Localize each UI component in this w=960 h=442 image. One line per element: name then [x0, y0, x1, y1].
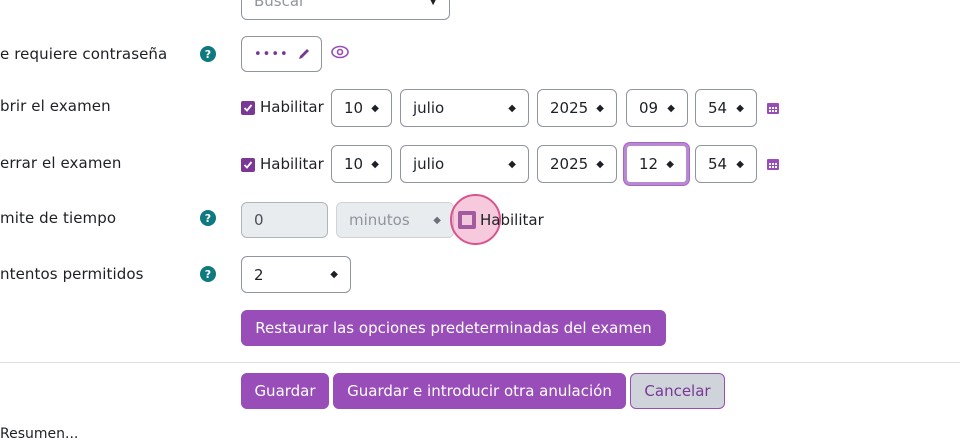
save-and-add-button[interactable]: Guardar e introducir otra anulación: [333, 373, 626, 409]
password-field[interactable]: ••••: [241, 36, 322, 72]
dropdown-arrow-icon: ◆: [666, 158, 674, 170]
close-minute-select[interactable]: 54 ◆: [695, 145, 757, 183]
dropdown-arrow-icon: ◆: [736, 102, 744, 114]
dropdown-arrow-icon: ◆: [508, 102, 516, 114]
top-select[interactable]: Buscar ▼: [241, 0, 450, 20]
check-icon: [243, 104, 253, 112]
open-quiz-label: brir el examen: [0, 97, 111, 115]
open-hour-select[interactable]: 09 ◆: [626, 89, 688, 127]
open-month-select[interactable]: julio ◆: [400, 89, 529, 127]
help-icon[interactable]: ?: [200, 266, 216, 282]
dropdown-arrow-icon: ◆: [371, 158, 379, 170]
attempts-label: ntentos permitidos: [0, 265, 144, 283]
close-year-select[interactable]: 2025 ◆: [537, 145, 617, 183]
time-limit-enable-label: Habilitar: [480, 211, 544, 229]
close-day-value: 10: [344, 155, 364, 173]
close-day-select[interactable]: 10 ◆: [331, 145, 392, 183]
open-year-value: 2025: [550, 99, 589, 117]
check-icon: [243, 161, 253, 169]
close-month-select[interactable]: julio ◆: [400, 145, 529, 183]
dropdown-arrow-icon: ◆: [667, 102, 675, 114]
time-limit-value: 0: [254, 211, 264, 229]
pencil-icon: [297, 47, 311, 61]
close-year-value: 2025: [550, 155, 589, 173]
dropdown-arrow-icon: ◆: [508, 158, 516, 170]
open-year-select[interactable]: 2025 ◆: [537, 89, 617, 127]
open-hour-value: 09: [639, 99, 659, 117]
top-select-value: Buscar: [254, 0, 306, 10]
close-minute-value: 54: [708, 155, 728, 173]
close-month-value: julio: [413, 155, 445, 173]
dropdown-arrow-icon: ◆: [736, 158, 744, 170]
time-unit-select[interactable]: minutos ◆: [336, 202, 454, 238]
calendar-icon[interactable]: [766, 157, 780, 171]
dropdown-arrow-icon: ◆: [330, 269, 338, 280]
dropdown-arrow-icon: ▼: [429, 0, 437, 7]
open-minute-select[interactable]: 54 ◆: [695, 89, 757, 127]
open-day-select[interactable]: 10 ◆: [331, 89, 392, 127]
open-enable-checkbox[interactable]: [241, 101, 255, 115]
time-limit-label: mite de tiempo: [0, 209, 117, 227]
password-value: ••••: [254, 46, 289, 62]
attempts-select[interactable]: 2 ◆: [241, 256, 351, 293]
calendar-icon[interactable]: [766, 101, 780, 115]
open-minute-value: 54: [708, 99, 728, 117]
save-button[interactable]: Guardar: [241, 373, 329, 409]
close-hour-select[interactable]: 12 ◆: [624, 143, 689, 185]
divider: [0, 362, 960, 363]
bottom-partial-text: Resumen...: [0, 426, 79, 442]
close-enable-checkbox[interactable]: [241, 158, 255, 172]
dropdown-arrow-icon: ◆: [371, 102, 379, 114]
close-quiz-label: errar el examen: [0, 154, 122, 172]
help-icon[interactable]: ?: [200, 46, 216, 62]
restore-defaults-button[interactable]: Restaurar las opciones predeterminadas d…: [241, 310, 666, 346]
time-limit-input[interactable]: 0: [241, 202, 328, 238]
open-month-value: julio: [413, 99, 445, 117]
password-label: e requiere contraseña: [0, 45, 168, 63]
eye-icon[interactable]: [331, 45, 349, 63]
open-enable-label: Habilitar: [260, 98, 324, 116]
open-day-value: 10: [344, 99, 364, 117]
time-unit-value: minutos: [349, 211, 410, 229]
close-enable-label: Habilitar: [260, 155, 324, 173]
cancel-button[interactable]: Cancelar: [630, 373, 725, 409]
dropdown-arrow-icon: ◆: [596, 102, 604, 114]
help-icon[interactable]: ?: [200, 210, 216, 226]
time-limit-enable-checkbox[interactable]: [458, 211, 476, 229]
attempts-value: 2: [254, 265, 264, 284]
dropdown-arrow-icon: ◆: [596, 158, 604, 170]
dropdown-arrow-icon: ◆: [433, 214, 441, 226]
close-hour-value: 12: [639, 155, 659, 173]
